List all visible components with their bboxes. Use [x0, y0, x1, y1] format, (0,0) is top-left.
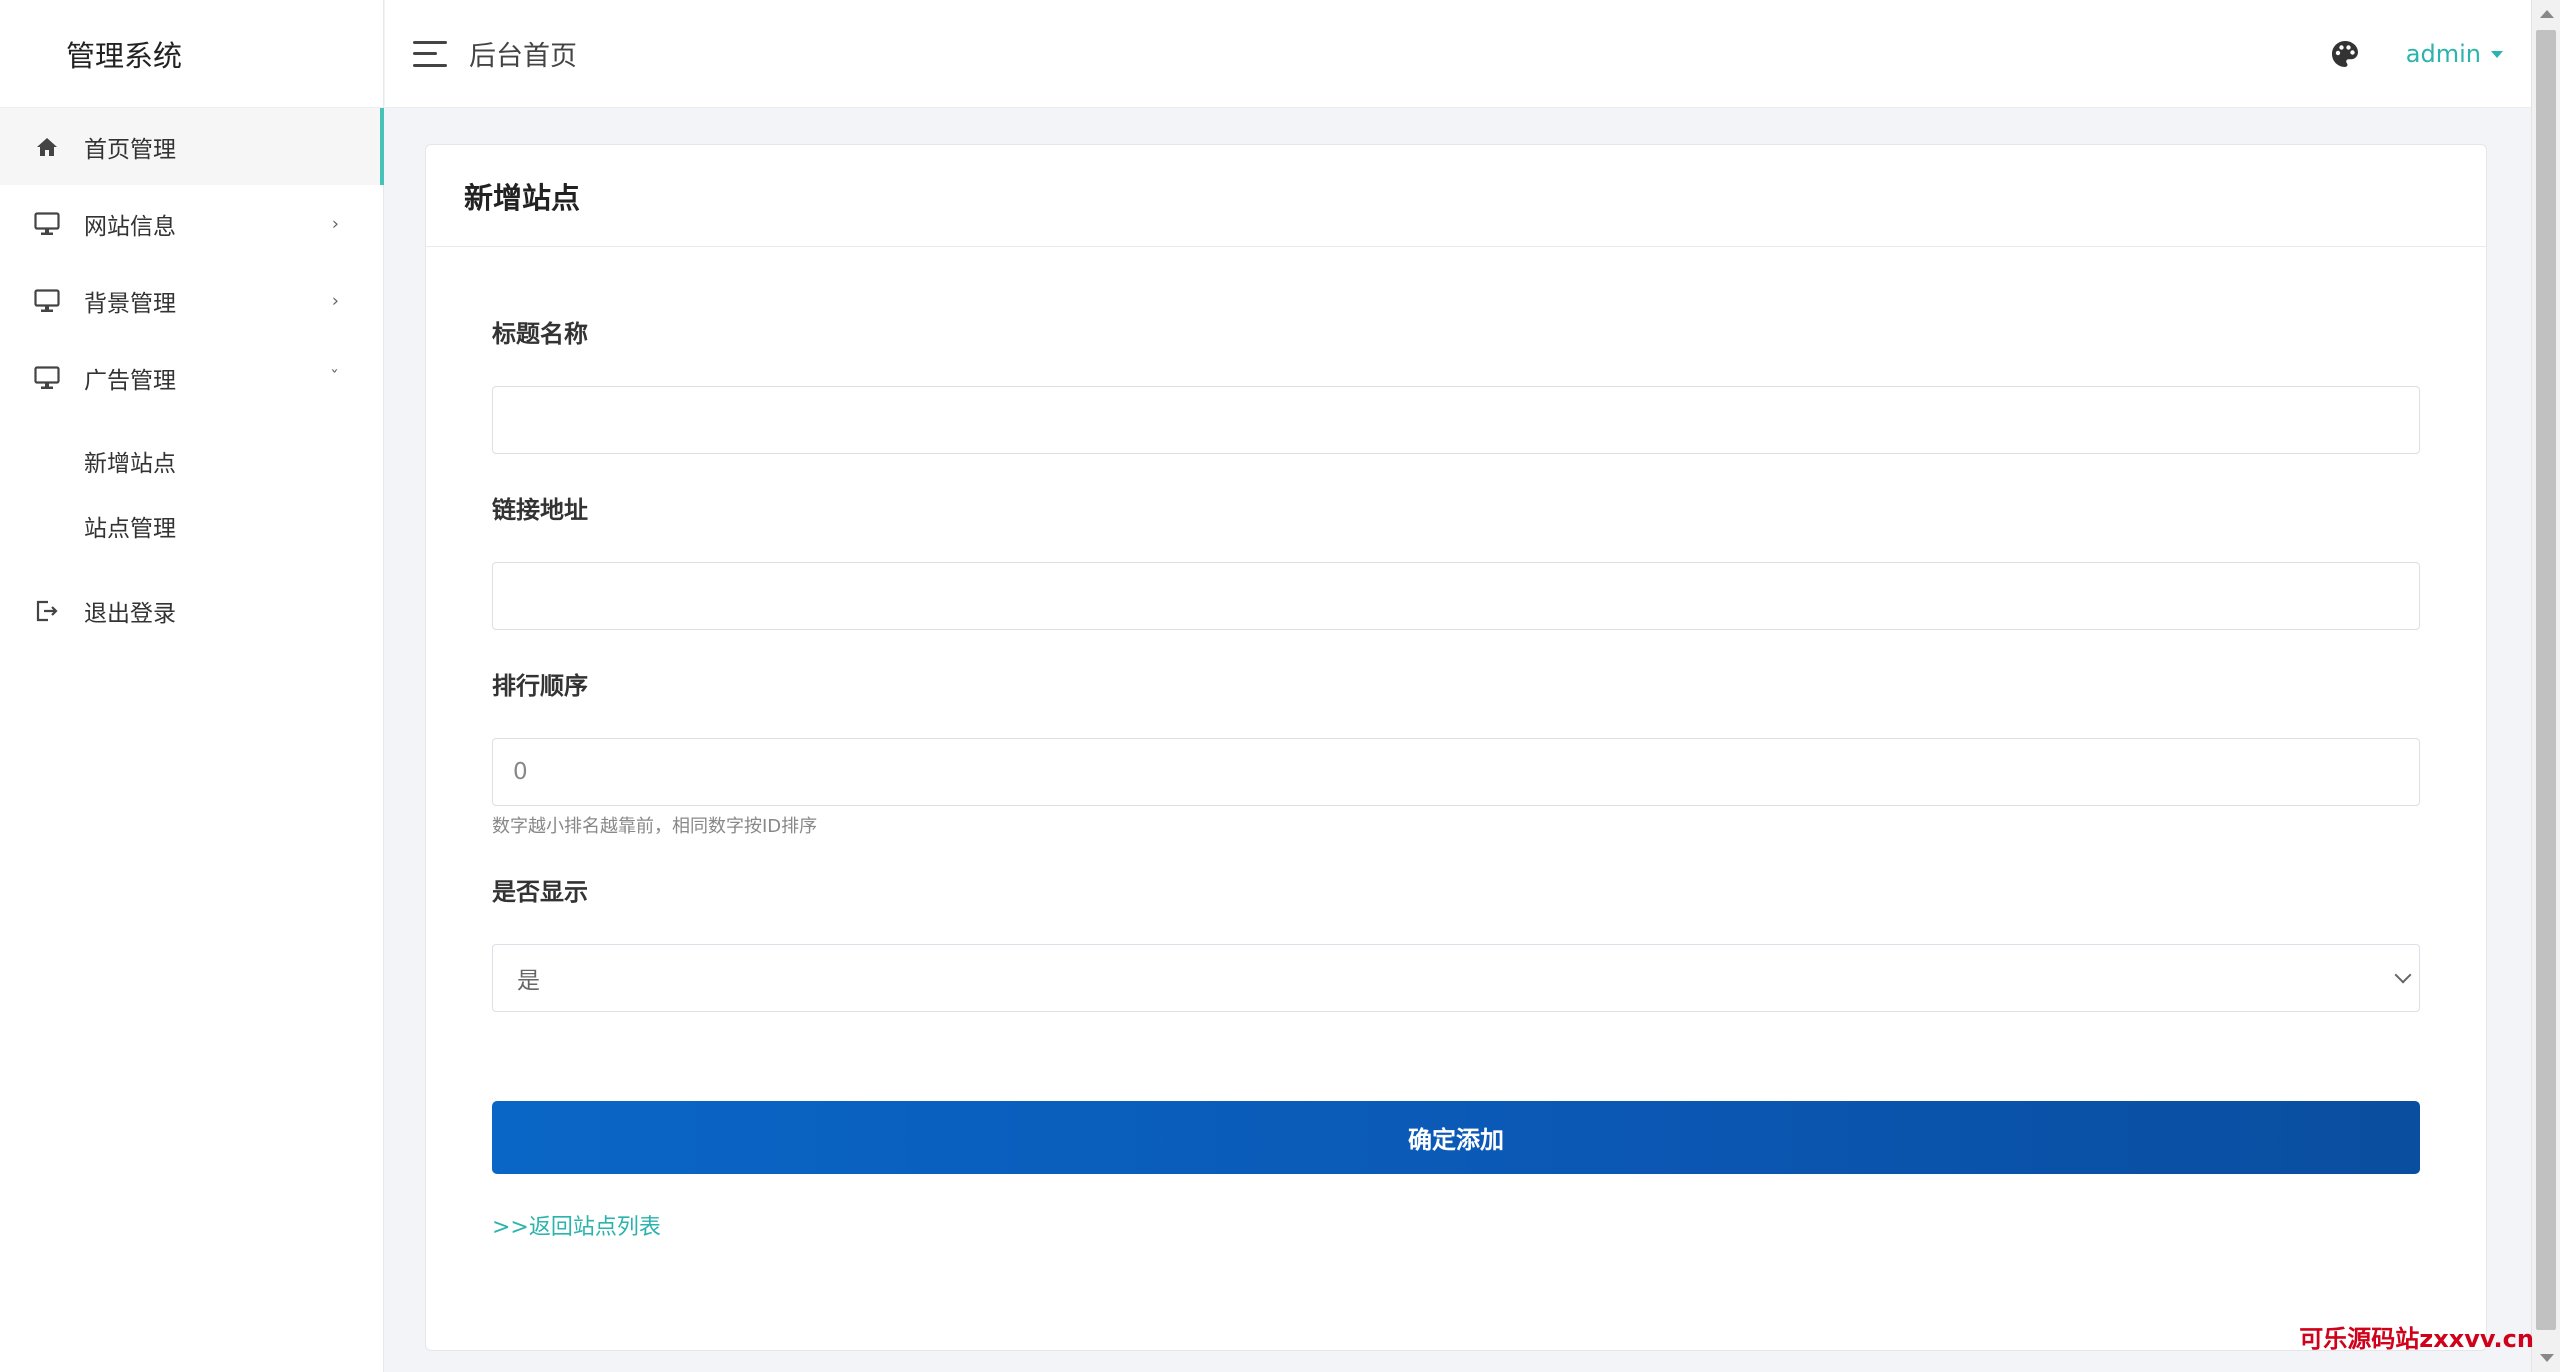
- scroll-down-arrow-icon[interactable]: [2540, 1354, 2554, 1362]
- menu-toggle-icon[interactable]: [413, 40, 447, 67]
- palette-icon[interactable]: [2330, 39, 2360, 69]
- title-input[interactable]: [492, 386, 2420, 454]
- monitor-icon: [34, 288, 60, 314]
- submenu-item-add-site[interactable]: 新增站点: [0, 428, 383, 493]
- top-right-actions: admin: [2330, 0, 2503, 108]
- sidebar-item-logout[interactable]: 退出登录: [0, 572, 383, 649]
- link-field-label: 链接地址: [492, 496, 588, 524]
- sidebar-item-label: 退出登录: [84, 600, 176, 627]
- sidebar-item-label: 网站信息: [84, 213, 176, 240]
- breadcrumb: 后台首页: [469, 41, 577, 72]
- sidebar-item-site-info[interactable]: 网站信息 ›: [0, 185, 383, 262]
- link-input[interactable]: [492, 562, 2420, 630]
- logout-icon: [34, 598, 60, 624]
- order-help-text: 数字越小排名越靠前，相同数字按ID排序: [492, 816, 818, 837]
- monitor-icon: [34, 211, 60, 237]
- display-select-value: 是: [517, 968, 540, 994]
- app-brand: 管理系统: [0, 0, 383, 108]
- scrollbar[interactable]: [2531, 0, 2560, 1372]
- order-field-label: 排行顺序: [492, 672, 588, 700]
- sidebar: 管理系统 首页管理 网站信息 › 背景管理 › 广告管理 ˇ 新增站点 站点管理…: [0, 0, 384, 1372]
- order-input[interactable]: [492, 738, 2420, 806]
- chevron-right-icon: ›: [331, 213, 339, 234]
- submit-button[interactable]: 确定添加: [492, 1101, 2420, 1174]
- back-to-list-link[interactable]: >>返回站点列表: [492, 1209, 661, 1241]
- display-select[interactable]: 是: [492, 944, 2420, 1012]
- user-name: admin: [2405, 40, 2481, 68]
- caret-down-icon: [2491, 50, 2503, 58]
- chevron-down-icon: ˇ: [330, 367, 339, 388]
- add-site-card: 新增站点 标题名称 链接地址 排行顺序 数字越小排名越靠前，相同数字按ID排序 …: [425, 144, 2487, 1351]
- sidebar-item-ads[interactable]: 广告管理 ˇ: [0, 339, 383, 416]
- sidebar-item-label: 首页管理: [84, 136, 176, 163]
- chevron-right-icon: ›: [331, 290, 339, 311]
- monitor-icon: [34, 365, 60, 391]
- title-field-label: 标题名称: [492, 320, 588, 348]
- sidebar-item-label: 背景管理: [84, 290, 176, 317]
- top-bar: 后台首页 admin: [385, 0, 2531, 108]
- scroll-up-arrow-icon[interactable]: [2540, 10, 2554, 18]
- watermark-text: 可乐源码站zxxvv.cn: [2299, 1325, 2534, 1353]
- sidebar-item-background[interactable]: 背景管理 ›: [0, 262, 383, 339]
- scroll-thumb[interactable]: [2536, 30, 2556, 1330]
- chevron-down-icon: [2394, 966, 2412, 984]
- display-field-label: 是否显示: [492, 878, 588, 906]
- sidebar-item-home[interactable]: 首页管理: [0, 108, 384, 185]
- card-title: 新增站点: [426, 145, 2486, 247]
- sidebar-item-label: 广告管理: [84, 367, 176, 394]
- submenu-item-site-manage[interactable]: 站点管理: [0, 493, 383, 558]
- ads-submenu: 新增站点 站点管理: [0, 428, 383, 558]
- home-icon: [34, 134, 60, 160]
- add-site-form: 标题名称 链接地址 排行顺序 数字越小排名越靠前，相同数字按ID排序 是否显示 …: [492, 247, 2420, 1241]
- user-menu[interactable]: admin: [2406, 40, 2503, 68]
- sidebar-nav: 首页管理 网站信息 › 背景管理 › 广告管理 ˇ: [0, 108, 384, 416]
